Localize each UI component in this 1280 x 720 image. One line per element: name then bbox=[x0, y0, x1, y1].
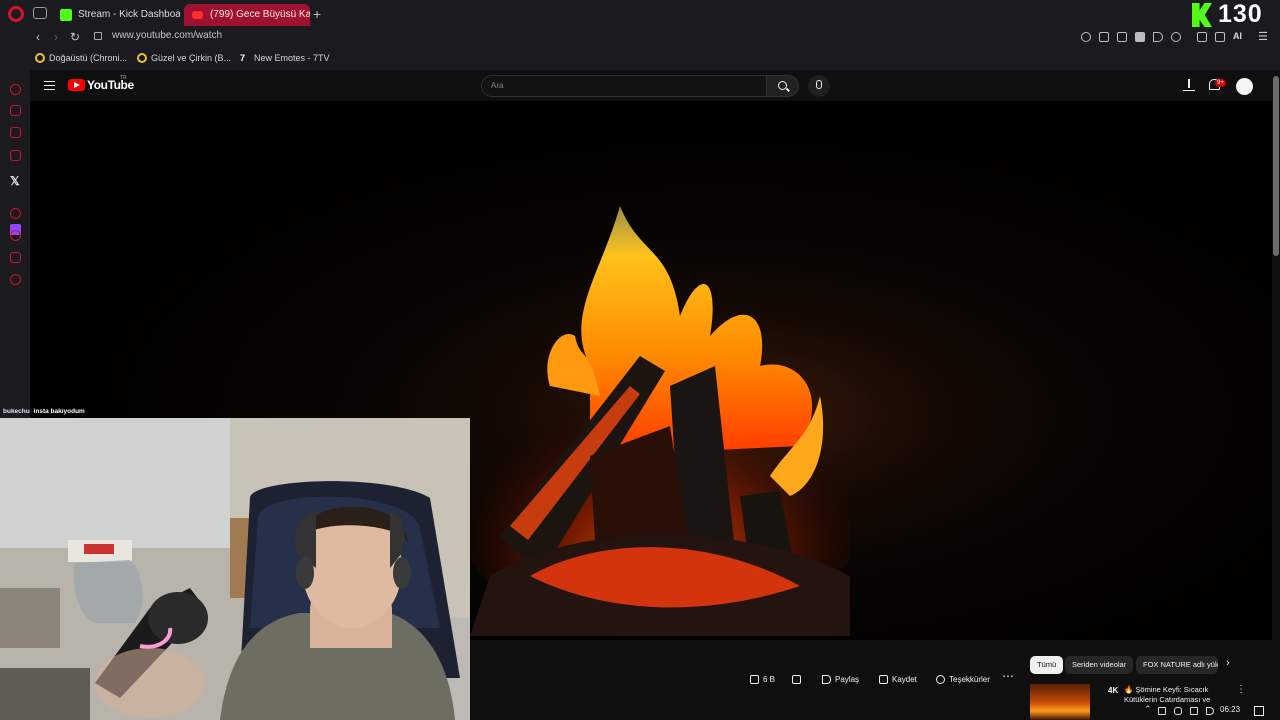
chat-username: bukechu bbox=[3, 408, 30, 415]
messenger-icon[interactable] bbox=[10, 127, 21, 138]
forward-icon[interactable]: › bbox=[54, 30, 58, 44]
account-avatar[interactable] bbox=[1236, 78, 1253, 95]
share-label: Paylaş bbox=[835, 675, 860, 684]
easy-setup-icon[interactable]: ☰ bbox=[1258, 30, 1268, 43]
address-bar: ‹ › ↻ www.youtube.com/watch AI ☰ bbox=[0, 28, 1280, 48]
thanks-button[interactable]: Teşekkürler bbox=[932, 670, 990, 690]
lock-icon[interactable] bbox=[94, 32, 102, 40]
kick-icon bbox=[60, 9, 72, 21]
webcam-feed-image bbox=[0, 418, 470, 720]
share-button[interactable]: Paylaş bbox=[818, 670, 859, 690]
bookmark-item[interactable]: Doğaüstü (Chroni... bbox=[35, 53, 127, 63]
chat-message: insta bakıyodum bbox=[33, 408, 85, 415]
campfire-video-frame bbox=[470, 206, 850, 636]
search-icon bbox=[778, 81, 787, 90]
youtube-logo-icon[interactable] bbox=[68, 79, 85, 91]
snapshot-icon[interactable] bbox=[1117, 32, 1127, 42]
shield-icon[interactable] bbox=[1135, 32, 1145, 42]
back-icon[interactable]: ‹ bbox=[36, 30, 40, 44]
chip-channel[interactable]: FOX NATURE adlı yük bbox=[1136, 656, 1218, 674]
chevron-right-icon[interactable]: › bbox=[1226, 657, 1230, 669]
kick-logo-icon bbox=[1192, 3, 1212, 27]
browser-tab-bar: Stream - Kick Dashboard (799) Gece Büyüs… bbox=[0, 0, 1280, 28]
share-icon bbox=[822, 675, 831, 684]
system-tray: ⌃ 06:23 bbox=[1138, 702, 1272, 720]
workspaces-icon[interactable] bbox=[33, 7, 47, 19]
dislike-button[interactable] bbox=[786, 670, 806, 690]
thumbs-down-icon bbox=[792, 675, 801, 684]
search-input[interactable]: Ara bbox=[481, 75, 767, 97]
microphone-icon bbox=[816, 80, 822, 89]
like-button[interactable]: 6 B bbox=[746, 670, 775, 690]
bookmark-item[interactable]: Güzel ve Çirkin (B... bbox=[137, 53, 231, 63]
thanks-icon bbox=[936, 675, 945, 684]
bookmark-save-icon bbox=[879, 675, 888, 684]
microphone-tray-icon[interactable] bbox=[1174, 707, 1182, 715]
tab-youtube-video[interactable]: (799) Gece Büyüsü Kamp bbox=[184, 4, 310, 26]
history-icon[interactable] bbox=[10, 230, 21, 241]
thumbs-up-icon bbox=[750, 675, 759, 684]
chip-all[interactable]: Tümü bbox=[1030, 656, 1064, 674]
country-code: TR bbox=[120, 75, 127, 81]
search-button[interactable] bbox=[766, 75, 799, 97]
bookmarks-bar: Doğaüstü (Chroni... Güzel ve Çirkin (B..… bbox=[0, 48, 1280, 70]
bookmark-label: Güzel ve Çirkin (B... bbox=[151, 53, 232, 63]
aria-icon[interactable] bbox=[10, 84, 21, 95]
settings-icon[interactable] bbox=[10, 274, 21, 285]
like-count: 6 B bbox=[763, 675, 776, 684]
bookmark-label: Doğaüstü (Chroni... bbox=[49, 53, 128, 63]
bookmark-icon bbox=[137, 53, 147, 63]
heart-icon[interactable] bbox=[1171, 32, 1181, 42]
chevron-up-icon[interactable]: ⌃ bbox=[1144, 704, 1152, 714]
scrollbar-thumb[interactable] bbox=[1273, 76, 1279, 256]
stream-chat-line: bukechu insta bakıyodum bbox=[0, 406, 470, 418]
url-field[interactable]: www.youtube.com/watch bbox=[112, 30, 222, 41]
download-icon[interactable] bbox=[1215, 32, 1225, 42]
youtube-icon bbox=[192, 11, 203, 19]
save-button[interactable]: Kaydet bbox=[875, 670, 917, 690]
tab-label: Stream - Kick Dashboard bbox=[78, 9, 180, 20]
recommended-thumbnail[interactable] bbox=[1030, 684, 1090, 720]
bookmark-icon bbox=[35, 53, 45, 63]
tab-kick-dashboard[interactable]: Stream - Kick Dashboard bbox=[52, 4, 180, 26]
bookmark-label: New Emotes - 7TV bbox=[254, 53, 330, 63]
viewer-count: 130 bbox=[1218, 0, 1263, 28]
notification-center-icon[interactable] bbox=[1254, 706, 1264, 716]
reload-icon[interactable]: ↻ bbox=[70, 30, 80, 44]
more-actions-icon[interactable]: ⋯ bbox=[1002, 669, 1014, 683]
network-icon[interactable] bbox=[1158, 707, 1166, 715]
extensions-icon[interactable] bbox=[10, 252, 21, 263]
volume-icon[interactable] bbox=[1206, 707, 1214, 715]
recommended-4k-badge: 4K bbox=[1108, 686, 1119, 695]
shopping-icon[interactable] bbox=[10, 105, 21, 116]
zoom-icon[interactable] bbox=[1081, 32, 1091, 42]
play-icon[interactable] bbox=[1153, 32, 1163, 42]
bookmark-item[interactable]: 7 New Emotes - 7TV bbox=[240, 53, 330, 63]
pin-icon[interactable] bbox=[1099, 32, 1109, 42]
tab-label: (799) Gece Büyüsü Kamp bbox=[210, 9, 310, 20]
recommended-menu-icon[interactable]: ⋮ bbox=[1236, 684, 1246, 695]
new-tab-button[interactable]: + bbox=[313, 6, 321, 22]
voice-search-button[interactable] bbox=[808, 75, 830, 97]
display-icon[interactable] bbox=[1190, 707, 1198, 715]
7tv-icon: 7 bbox=[240, 53, 246, 63]
thanks-label: Teşekkürler bbox=[949, 675, 990, 684]
streamer-webcam bbox=[0, 418, 470, 720]
player-icon[interactable] bbox=[10, 208, 21, 219]
clock[interactable]: 06:23 bbox=[1220, 705, 1240, 714]
profile-icon[interactable] bbox=[1197, 32, 1207, 42]
opera-menu-icon[interactable] bbox=[8, 6, 24, 22]
page-scrollbar[interactable] bbox=[1272, 70, 1280, 720]
youtube-header: YouTube TR Ara 9+ bbox=[30, 70, 1272, 102]
x-icon[interactable]: 𝕏 bbox=[10, 174, 20, 188]
notification-badge: 9+ bbox=[1215, 79, 1226, 87]
save-label: Kaydet bbox=[892, 675, 917, 684]
create-upload-icon[interactable] bbox=[1183, 79, 1195, 91]
pinboard-icon[interactable] bbox=[10, 150, 21, 161]
hamburger-menu-icon[interactable] bbox=[44, 81, 55, 90]
ai-button[interactable]: AI bbox=[1233, 31, 1242, 41]
chip-series[interactable]: Seriden videolar bbox=[1065, 656, 1134, 674]
